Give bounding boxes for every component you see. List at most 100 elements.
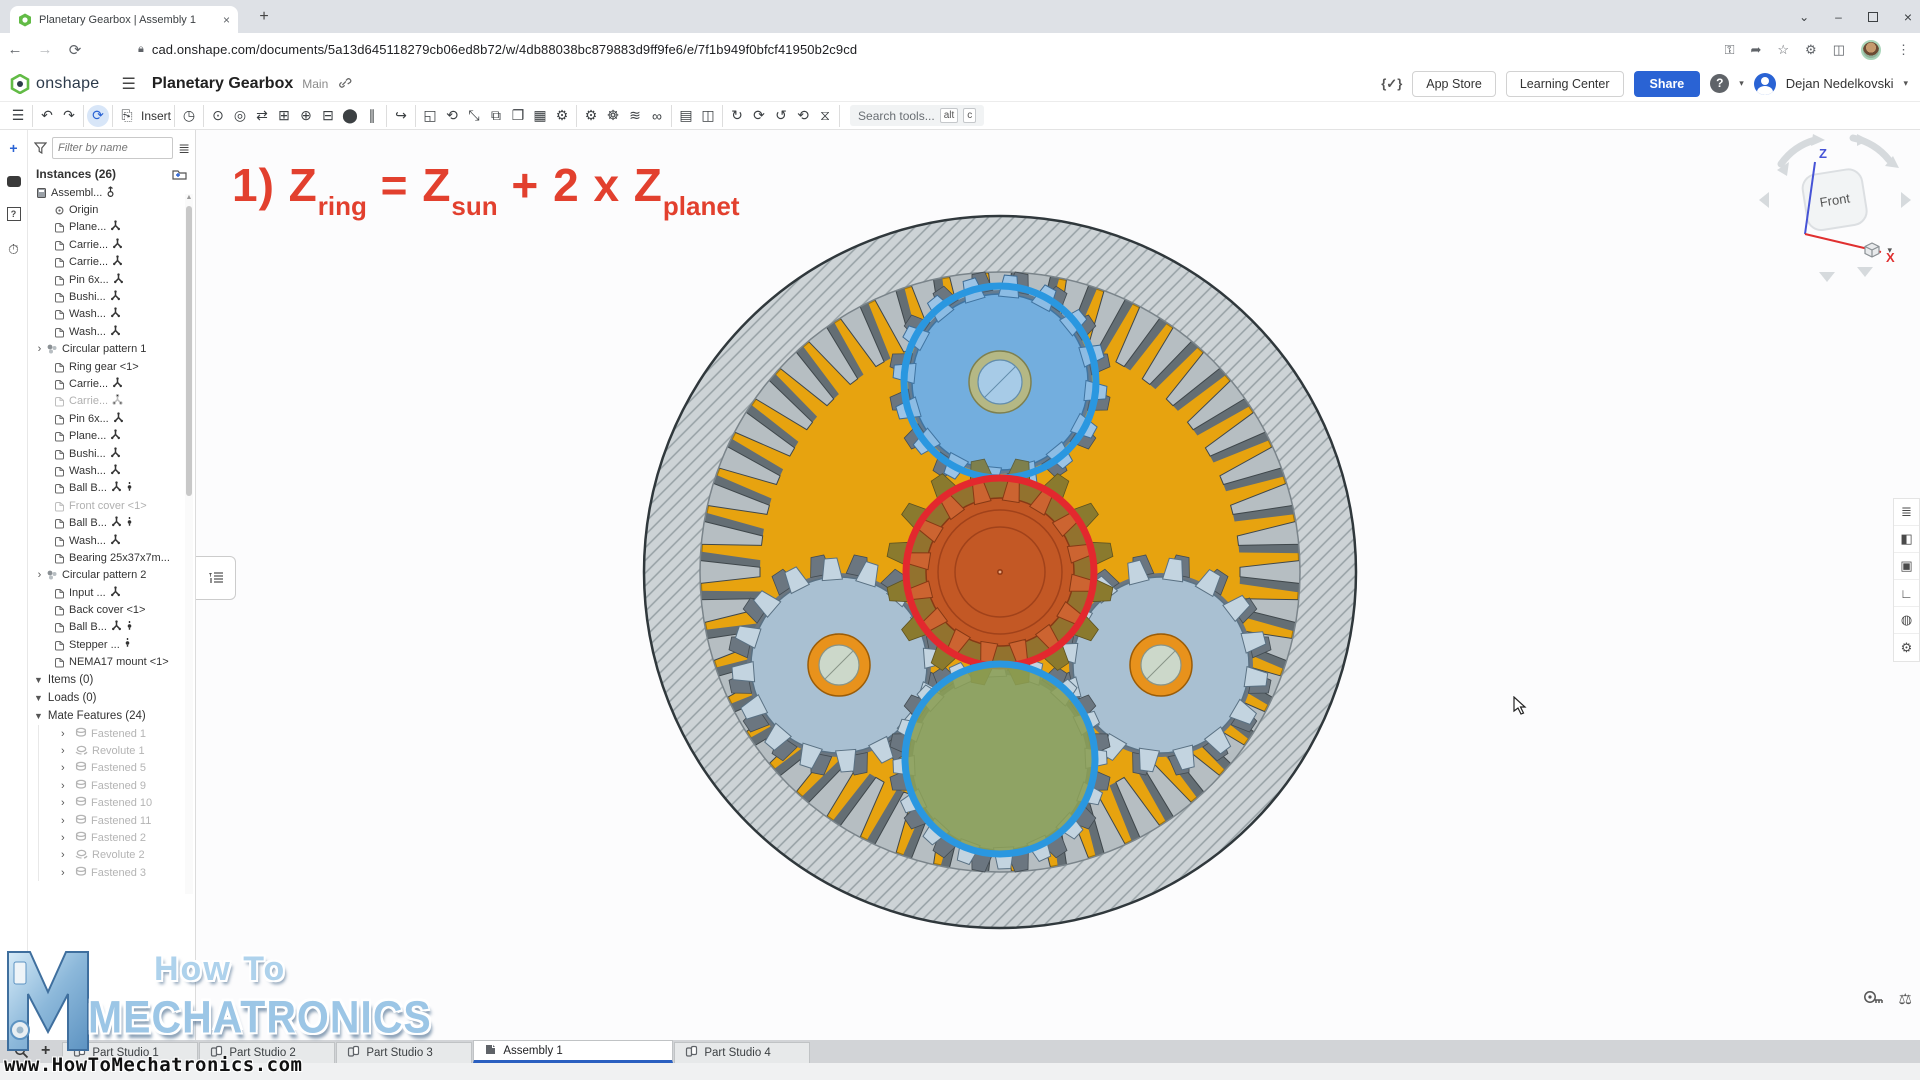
comments-icon[interactable] (7, 176, 21, 187)
history-icon[interactable]: ◷ (178, 105, 200, 127)
help-icon[interactable]: ? (1710, 74, 1729, 93)
mate-feature-item[interactable]: ›Revolute 2 (38, 847, 195, 864)
expand-icon[interactable]: › (61, 745, 71, 757)
filter-icon[interactable] (34, 142, 47, 154)
window-minimize-icon[interactable]: – (1835, 10, 1842, 24)
tree-item[interactable]: Carrie... (28, 393, 195, 410)
browser-profile-avatar[interactable] (1861, 40, 1881, 60)
sheet-metal-panel-icon[interactable]: ∟ (1894, 580, 1919, 607)
planar-mate-icon[interactable]: ⊞ (273, 105, 295, 127)
animate-orbit-icon[interactable]: ⟲ (792, 105, 814, 127)
featurescript-icon[interactable]: {✓} (1381, 76, 1402, 92)
mate-feature-item[interactable]: ›Fastened 2 (38, 829, 195, 846)
filter-input[interactable] (52, 137, 173, 159)
expand-icon[interactable]: › (61, 815, 71, 827)
animate-revolve-icon[interactable]: ⟳ (748, 105, 770, 127)
collapse-icon[interactable]: ▼ (34, 711, 43, 721)
mate-feature-item[interactable]: ›Fastened 5 (38, 760, 195, 777)
appearance-panel-icon[interactable]: ◧ (1894, 526, 1919, 553)
insert-icon[interactable]: ⎘ (116, 105, 138, 127)
fastened-mate-icon[interactable]: ⊙ (207, 105, 229, 127)
add-tab-icon[interactable]: + (41, 1042, 50, 1060)
mate-feature-item[interactable]: ›Fastened 3 (38, 864, 195, 881)
view-options-cube-icon[interactable] (1863, 242, 1881, 258)
rotate-tool-icon[interactable]: ⟲ (441, 105, 463, 127)
onshape-logo[interactable]: onshape (10, 74, 100, 94)
tree-item[interactable]: Carrie... (28, 254, 195, 271)
tree-item[interactable]: Bearing 25x37x7m... (28, 549, 195, 566)
back-icon[interactable]: ← (0, 41, 30, 58)
doc-tab-part-studio-2[interactable]: Part Studio 2 (199, 1042, 335, 1063)
expand-icon[interactable]: › (34, 343, 45, 355)
tree-section-header[interactable]: ▼Loads (0) (28, 689, 195, 707)
help-caret-icon[interactable]: ▾ (1739, 78, 1744, 89)
gear-relation-icon[interactable]: ⚙ (580, 105, 602, 127)
screw-relation-icon[interactable]: ≋ (624, 105, 646, 127)
key-icon[interactable]: ⚿︎ (1725, 42, 1735, 58)
window-chevron-icon[interactable]: ⌄ (1799, 10, 1809, 24)
mate-feature-item[interactable]: ›Fastened 10 (38, 795, 195, 812)
rack-relation-icon[interactable]: ☸ (602, 105, 624, 127)
mate-feature-item[interactable]: ›Revolute 1 (38, 742, 195, 759)
material-panel-icon[interactable]: ◍ (1894, 607, 1919, 634)
doc-tab-part-studio-4[interactable]: Part Studio 4 (674, 1042, 810, 1063)
revolute-mate-icon[interactable]: ◎ (229, 105, 251, 127)
document-menu-icon[interactable]: ☰ (122, 74, 136, 94)
tree-item[interactable]: Back cover <1> (28, 601, 195, 618)
insert-label[interactable]: Insert (141, 109, 171, 123)
animate-turntable-icon[interactable]: ⧖ (814, 105, 836, 127)
tree-item[interactable]: Ball B... (28, 480, 195, 497)
panel-flyout-handle[interactable] (196, 556, 236, 600)
bookmark-star-icon[interactable]: ☆ (1777, 42, 1789, 58)
tree-item[interactable]: Wash... (28, 532, 195, 549)
mate-feature-item[interactable]: ›Fastened 11 (38, 812, 195, 829)
tree-item[interactable]: NEMA17 mount <1> (28, 654, 195, 671)
mate-connector-icon[interactable]: + (9, 140, 17, 156)
tree-item[interactable]: Plane... (28, 427, 195, 444)
interference-icon[interactable]: ? (7, 207, 21, 221)
expand-icon[interactable]: › (61, 849, 71, 861)
cylindrical-mate-icon[interactable]: ⊕ (295, 105, 317, 127)
tree-item[interactable]: Wash... (28, 323, 195, 340)
belt-relation-icon[interactable]: ∞ (646, 105, 668, 127)
duplicate-icon[interactable]: ❐ (507, 105, 529, 127)
animate-spin-icon[interactable]: ↺ (770, 105, 792, 127)
tree-item[interactable]: Stepper ... (28, 636, 195, 653)
tree-item[interactable]: Wash... (28, 306, 195, 323)
sidepanel-icon[interactable]: ◫ (1833, 42, 1845, 58)
expand-icon[interactable]: › (61, 780, 71, 792)
collapse-icon[interactable]: ▼ (34, 675, 43, 685)
tab-close-icon[interactable]: × (223, 13, 230, 27)
tree-item[interactable]: ›Circular pattern 1 (28, 341, 195, 358)
stopwatch-icon[interactable]: ⏱︎ (8, 241, 19, 258)
tree-item[interactable]: Ball B... (28, 514, 195, 531)
configuration-panel-icon[interactable]: ⚙ (1894, 634, 1919, 661)
expand-icon[interactable]: › (34, 569, 45, 581)
tree-item[interactable]: ›Circular pattern 2 (28, 567, 195, 584)
search-tools[interactable]: Search tools...altc (850, 105, 984, 126)
extensions-icon[interactable]: ⚙︎ (1805, 42, 1817, 58)
parallel-mate-icon[interactable]: ∥ (361, 105, 383, 127)
user-caret-icon[interactable]: ▾ (1903, 78, 1908, 89)
tree-item[interactable]: Pin 6x... (28, 271, 195, 288)
measure-tape-icon[interactable] (1863, 990, 1883, 1006)
tree-item[interactable]: Bushi... (28, 288, 195, 305)
tab-search-icon[interactable] (14, 1044, 29, 1059)
window-close-icon[interactable]: × (1904, 9, 1912, 25)
tree-item[interactable]: Front cover <1> (28, 497, 195, 514)
expand-icon[interactable]: › (61, 728, 71, 740)
expand-icon[interactable]: › (61, 867, 71, 879)
tree-item[interactable]: Ball B... (28, 619, 195, 636)
window-restore-icon[interactable] (1868, 12, 1878, 22)
send-icon[interactable]: ➦ (1750, 42, 1761, 58)
mate-feature-item[interactable]: ›Fastened 9 (38, 777, 195, 794)
tree-item[interactable]: Carrie... (28, 236, 195, 253)
undo-icon[interactable]: ↶ (36, 105, 58, 127)
tree-section-header[interactable]: ▼Items (0) (28, 671, 195, 689)
tree-section-header[interactable]: ▼Mate Features (24) (28, 707, 195, 725)
tree-item[interactable]: Origin (28, 201, 195, 218)
doc-tab-part-studio-1[interactable]: Part Studio 1 (62, 1042, 198, 1063)
tree-item[interactable]: Wash... (28, 462, 195, 479)
tree-item[interactable]: Assembl... (28, 184, 195, 201)
doc-tab-assembly-1[interactable]: Assembly 1 (473, 1040, 673, 1063)
